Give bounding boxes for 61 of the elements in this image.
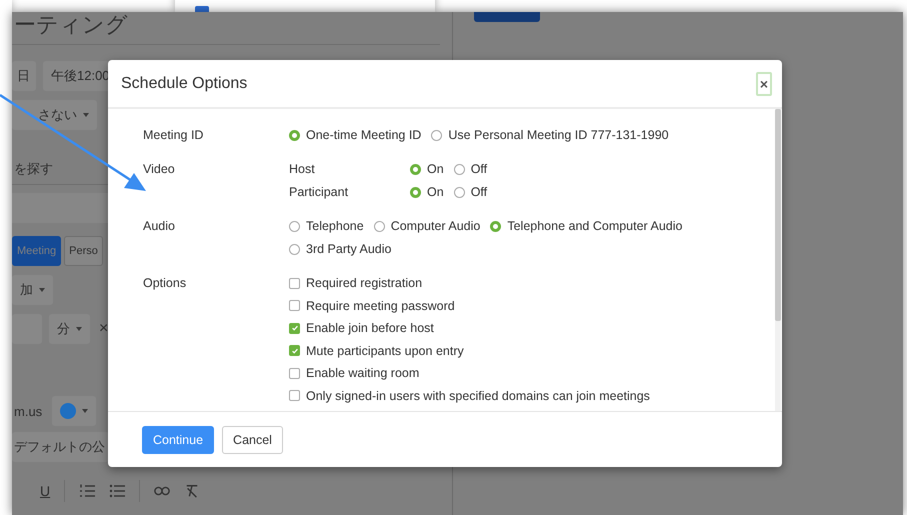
radio-button[interactable] (289, 220, 300, 232)
recurrence-dropdown[interactable]: さない (12, 100, 97, 130)
link-icon[interactable] (154, 484, 170, 498)
radio-option[interactable]: On (410, 183, 444, 201)
radio-button[interactable] (431, 130, 442, 140)
caret-icon (39, 288, 45, 292)
checkbox[interactable] (289, 300, 300, 311)
dialog-title: Schedule Options (121, 74, 248, 92)
radio-button[interactable] (289, 244, 300, 254)
checkbox-option[interactable]: Enable join before host (289, 319, 650, 337)
checkbox-option[interactable]: Enable waiting room (289, 364, 650, 382)
close-button[interactable]: × (756, 72, 772, 96)
checkbox[interactable] (289, 345, 300, 356)
checkbox-option[interactable]: Require meeting password (289, 296, 650, 314)
cancel-button[interactable]: Cancel (222, 426, 283, 454)
radio-option[interactable]: Telephone and Computer Audio (490, 217, 682, 235)
radio-button[interactable] (410, 164, 421, 174)
radio-option[interactable]: One-time Meeting ID (289, 126, 422, 144)
checkbox-option[interactable]: Required registration (289, 274, 650, 292)
section-label: Meeting ID (143, 127, 204, 144)
radio-button[interactable] (490, 220, 502, 232)
calendar-name: m.us (13, 404, 42, 418)
color-dropdown[interactable] (52, 396, 96, 426)
clear-format-icon[interactable] (184, 484, 200, 498)
caret-icon (76, 327, 82, 331)
checkbox[interactable] (289, 368, 300, 378)
radio-button[interactable] (454, 164, 465, 174)
radio-option[interactable]: Off (454, 183, 488, 201)
radio-button[interactable] (289, 130, 300, 140)
section-label: Options (143, 275, 188, 292)
bullet-list-icon[interactable] (109, 484, 126, 498)
caret-icon (83, 113, 89, 117)
field-label: Participant (289, 184, 350, 201)
section-label: Video (143, 161, 176, 178)
checkbox[interactable] (289, 322, 300, 334)
number-field[interactable] (12, 314, 42, 344)
checkbox[interactable] (289, 278, 300, 288)
radio-option[interactable]: 3rd Party Audio (289, 240, 392, 258)
caret-icon (82, 409, 88, 413)
radio-option[interactable]: On (410, 160, 444, 178)
numbered-list-icon[interactable] (79, 484, 96, 498)
page-heading: ーティング (13, 12, 129, 38)
field-label: Host (289, 161, 316, 178)
scrollbar[interactable] (775, 109, 781, 411)
date-field[interactable]: 日 (12, 61, 36, 91)
radio-button[interactable] (410, 186, 421, 198)
tab[interactable]: Perso (64, 236, 103, 266)
visibility-dropdown[interactable]: デフォルトの公 (12, 432, 109, 462)
checkbox-icon (195, 6, 209, 12)
checkbox[interactable] (289, 390, 300, 401)
section-label: Audio (143, 218, 176, 235)
radio-button[interactable] (374, 220, 385, 232)
guests-dropdown[interactable]: 加 (12, 275, 53, 305)
radio-option[interactable]: Computer Audio (374, 217, 480, 235)
radio-button[interactable] (454, 186, 465, 198)
unit-dropdown[interactable]: 分 (49, 314, 90, 344)
checkbox-option[interactable]: Only signed-in users with specified domains can join meetings (289, 386, 650, 404)
radio-option[interactable]: Off (454, 160, 488, 178)
radio-option[interactable]: Telephone (289, 217, 364, 235)
radio-option[interactable]: Use Personal Meeting ID 777-131-1990 (431, 126, 669, 144)
checkbox-option[interactable]: Mute participants upon entry (289, 342, 650, 360)
